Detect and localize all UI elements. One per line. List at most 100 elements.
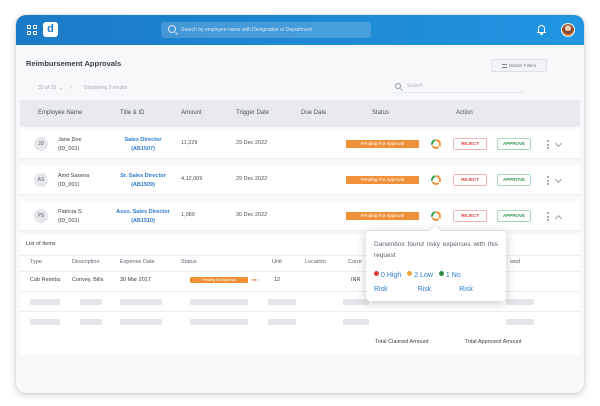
item-unit: 12 [274,277,281,283]
user-avatar[interactable] [561,23,575,37]
employee-name: Amit Saxena (ID_001) [58,173,90,188]
item-status-badge: Pending For Approval [190,277,248,283]
skeleton-cell [30,319,60,325]
chevron-right-icon[interactable]: › [70,85,72,91]
header-status: Status [372,110,390,116]
reject-button[interactable]: REJECT [453,138,487,150]
more-options-icon[interactable] [546,176,549,185]
table-search-input[interactable] [407,81,517,91]
risk-no[interactable]: 1 No [438,269,461,283]
search-icon [168,25,176,33]
items-title: List of Items [26,241,56,247]
master-filters-button[interactable]: Master Filters [491,59,547,72]
trigger-date: 29 Dec 2022 [236,140,268,146]
reject-button[interactable]: REJECT [453,210,487,222]
avatar: PS [34,209,48,223]
skeleton-cell [190,319,248,325]
total-approved-label: Total Approved Amount [465,339,522,345]
red-dot-icon [374,271,379,276]
header-amount: Amount [181,110,202,116]
skeleton-cell [80,299,102,305]
title-link[interactable]: Sales Director (AB1507) [108,136,178,154]
skeleton-cell [343,319,369,325]
search-icon [395,83,401,89]
skeleton-cell [343,299,369,305]
approve-button[interactable]: APPROVE [497,138,531,150]
chevron-up-icon[interactable] [554,214,563,223]
amount: 4,12,009 [181,176,203,182]
global-search[interactable] [161,22,371,38]
table-row[interactable]: JD Jane Doe (ID_001) Sales Director (AB150… [20,129,580,159]
amount: 11,229 [181,140,198,146]
app-window: d Reimbursement Approvals Master Filters… [16,15,584,393]
items-header-status: Status [181,259,197,265]
risk-dots-icon: ●●○ [252,277,260,282]
reject-button[interactable]: REJECT [453,174,487,186]
global-search-input[interactable] [181,24,366,36]
item-currency: INR [351,277,361,283]
chevron-down-icon[interactable] [554,139,563,148]
items-header-type: Type [30,259,42,265]
logo[interactable]: d [43,22,58,37]
items-header-unit: Unit [272,259,282,265]
title-link[interactable]: Asso. Sales Director (AB1510) [108,208,178,226]
table-search[interactable] [393,81,523,93]
skeleton-cell [30,299,60,305]
risk-ring-icon[interactable] [431,211,441,221]
employee-name: Patricia S (ID_001) [58,209,82,224]
skeleton-cell [506,299,534,305]
risk-label: Risk [459,286,473,293]
trigger-date: 30 Dec 2022 [236,212,268,218]
avatar: JD [34,137,48,151]
popover-text: Darwinbox found risky expenses with this… [374,241,498,259]
item-description: Convey. Bills [72,277,104,283]
more-options-icon[interactable] [546,212,549,221]
status-badge: Pending For Approval [346,176,419,184]
skeleton-cell [120,319,162,325]
chevron-down-icon[interactable] [554,175,563,184]
approve-button[interactable]: APPROVE [497,174,531,186]
displaying-results: Displaying 3 results [83,85,128,91]
items-header-description: Description [72,259,100,265]
items-header-approved: wed [510,259,521,265]
items-header-currency: Curre [348,259,362,265]
header-action: Action [456,110,473,116]
approve-button[interactable]: APPROVE [497,210,531,222]
avatar: AS [34,173,48,187]
risk-high[interactable]: 0 High [374,269,401,283]
risk-label: Risk [417,286,432,293]
page-title: Reimbursement Approvals [26,59,122,68]
more-options-icon[interactable] [546,140,549,149]
bell-icon[interactable] [537,25,546,35]
risk-ring-icon[interactable] [431,175,441,185]
pager-count: 33 of 33 [38,85,57,91]
divider [20,311,580,312]
item-expense-date: 30 Mar 2017 [120,277,151,283]
header-trigger-date: Trigger Date [236,110,270,116]
title-link[interactable]: Sr. Sales Director (AB1509) [108,172,178,190]
employee-name: Jane Doe (ID_001) [58,137,82,152]
header-due-date: Due Date [301,110,327,116]
filter-icon [501,63,507,68]
item-type: Cab Reimbu [30,277,61,283]
table-row[interactable]: AS Amit Saxena (ID_001) Sr. Sales Directo… [20,165,580,195]
risk-ring-icon[interactable] [431,139,441,149]
skeleton-cell [268,299,296,305]
table-row[interactable]: PS Patricia S (ID_001) Asso. Sales Direct… [20,201,580,231]
chevron-down-icon[interactable]: ⌄ [59,85,63,91]
green-dot-icon [438,271,444,276]
pager: 33 of 33 ⌄ › Displaying 3 results [38,85,127,91]
skeleton-cell [80,319,102,325]
grid-icon[interactable] [27,25,37,35]
skeleton-cell [506,319,534,325]
header-employee: Employee Name [38,110,83,116]
risk-summary: 0 High 2 Low 1 No Risk Risk Risk [374,269,498,297]
status-badge: Pending For Approval [346,212,419,220]
amount: 1,089 [181,212,195,218]
skeleton-cell [120,299,162,305]
items-header-expense-date: Expense Date [120,259,155,265]
trigger-date: 29 Dec 2022 [236,176,268,182]
risk-low[interactable]: 2 Low [407,269,433,283]
skeleton-cell [268,319,296,325]
status-badge: Pending For Approval [346,140,419,148]
